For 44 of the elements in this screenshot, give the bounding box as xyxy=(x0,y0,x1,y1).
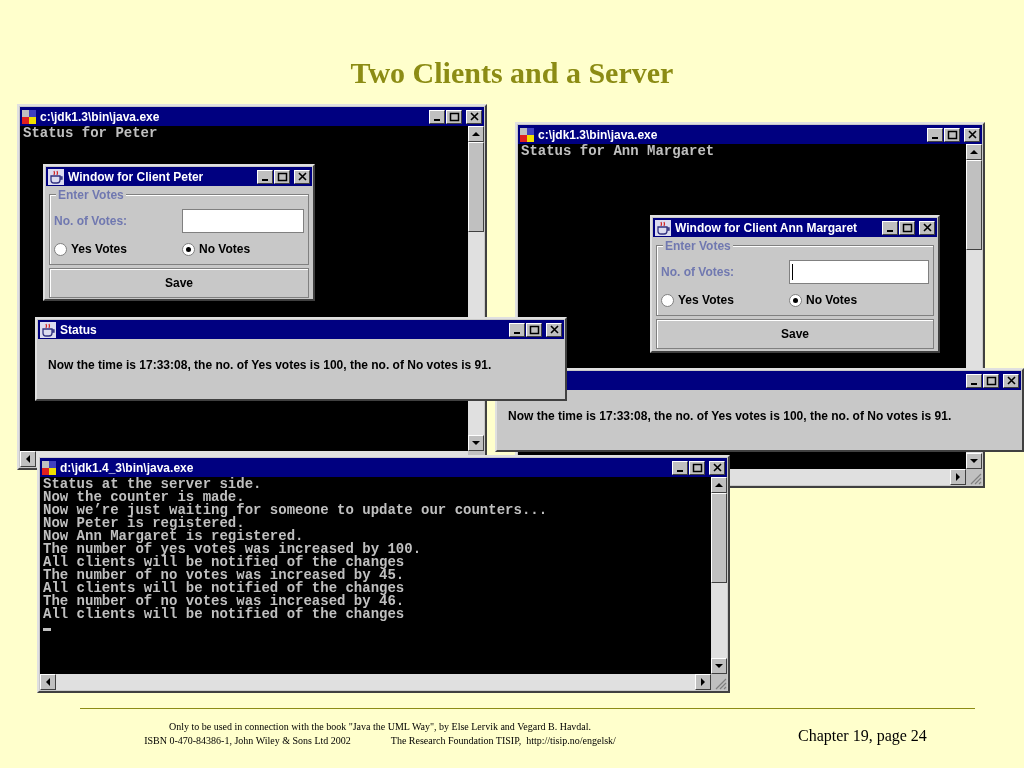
radio-option[interactable]: Yes Votes xyxy=(661,291,789,309)
console-line: All clients will be notified of the changes xyxy=(43,582,405,595)
title-bar[interactable]: c:\jdk1.3\bin\java.exe xyxy=(518,125,982,144)
console-line: All clients will be notified of the changes xyxy=(43,556,405,569)
console-line: The number of yes votes was increased by 100. xyxy=(43,543,422,556)
console-line: All clients will be notified of the changes xyxy=(43,608,405,621)
radio-option[interactable]: Yes Votes xyxy=(54,240,182,258)
save-button[interactable]: Save xyxy=(49,268,309,298)
console-line: Now Peter is registered. xyxy=(43,517,245,530)
title-bar[interactable]: c:\jdk1.3\bin\java.exe xyxy=(20,107,484,126)
console-line: Now we’re just waiting for someone to update our counters... xyxy=(43,504,548,517)
window-title: Status xyxy=(60,321,97,339)
window-title: c:\jdk1.3\bin\java.exe xyxy=(40,108,160,126)
footer-note: The Research Foundation TISIP, http://tisip.no/engelsk/ xyxy=(390,734,616,748)
window-title: Window for Client Peter xyxy=(68,168,204,186)
page-number: Chapter 19, page 24 xyxy=(798,726,927,747)
field-label: No. of Votes: xyxy=(54,213,129,230)
console-line: Status at the server side. xyxy=(43,478,262,491)
console-line: The number of no votes was increased by 46. xyxy=(43,595,405,608)
radio-label: No Votes xyxy=(806,292,858,309)
console-line: Status for Peter xyxy=(23,127,158,140)
radio-option[interactable]: No Votes xyxy=(182,240,251,258)
title-bar[interactable]: Window for Client Ann Margaret xyxy=(653,218,937,237)
title-bar[interactable]: Window for Client Peter xyxy=(46,167,312,186)
field-label: No. of Votes: xyxy=(661,264,736,281)
title-bar[interactable]: d:\jdk1.4_3\bin\java.exe xyxy=(40,458,727,477)
window-title: d:\jdk1.4_3\bin\java.exe xyxy=(60,459,194,477)
window-title: Window for Client Ann Margaret xyxy=(675,219,858,237)
title-bar[interactable]: Status xyxy=(38,320,564,339)
radio-option[interactable]: No Votes xyxy=(789,291,858,309)
console-line: Now the counter is made. xyxy=(43,491,245,504)
console-line: Status for Ann Margaret xyxy=(521,145,715,158)
radio-label: No Votes xyxy=(199,241,251,258)
slide-title: Two Clients and a Server xyxy=(350,55,674,91)
radio-label: Yes Votes xyxy=(678,292,734,309)
status-message: Now the time is 17:33:08, the no. of Yes votes is 100, the no. of No votes is 91. xyxy=(48,356,492,374)
save-button[interactable]: Save xyxy=(656,319,934,349)
console-line: Now Ann Margaret is registered. xyxy=(43,530,304,543)
status-message: Now the time is 17:33:08, the no. of Yes votes is 100, the no. of No votes is 91. xyxy=(508,407,952,425)
radio-label: Yes Votes xyxy=(71,241,127,258)
console-line: The number of no votes was increased by 45. xyxy=(43,569,405,582)
footer-note: Only to be used in connection with the book "Java the UML Way", by Else Lervik and Vegard B. Havdal. xyxy=(168,720,592,734)
footer-note: ISBN 0-470-84386-1, John Wiley & Sons Ltd 2002 xyxy=(144,734,351,748)
window-title: c:\jdk1.3\bin\java.exe xyxy=(538,126,658,144)
